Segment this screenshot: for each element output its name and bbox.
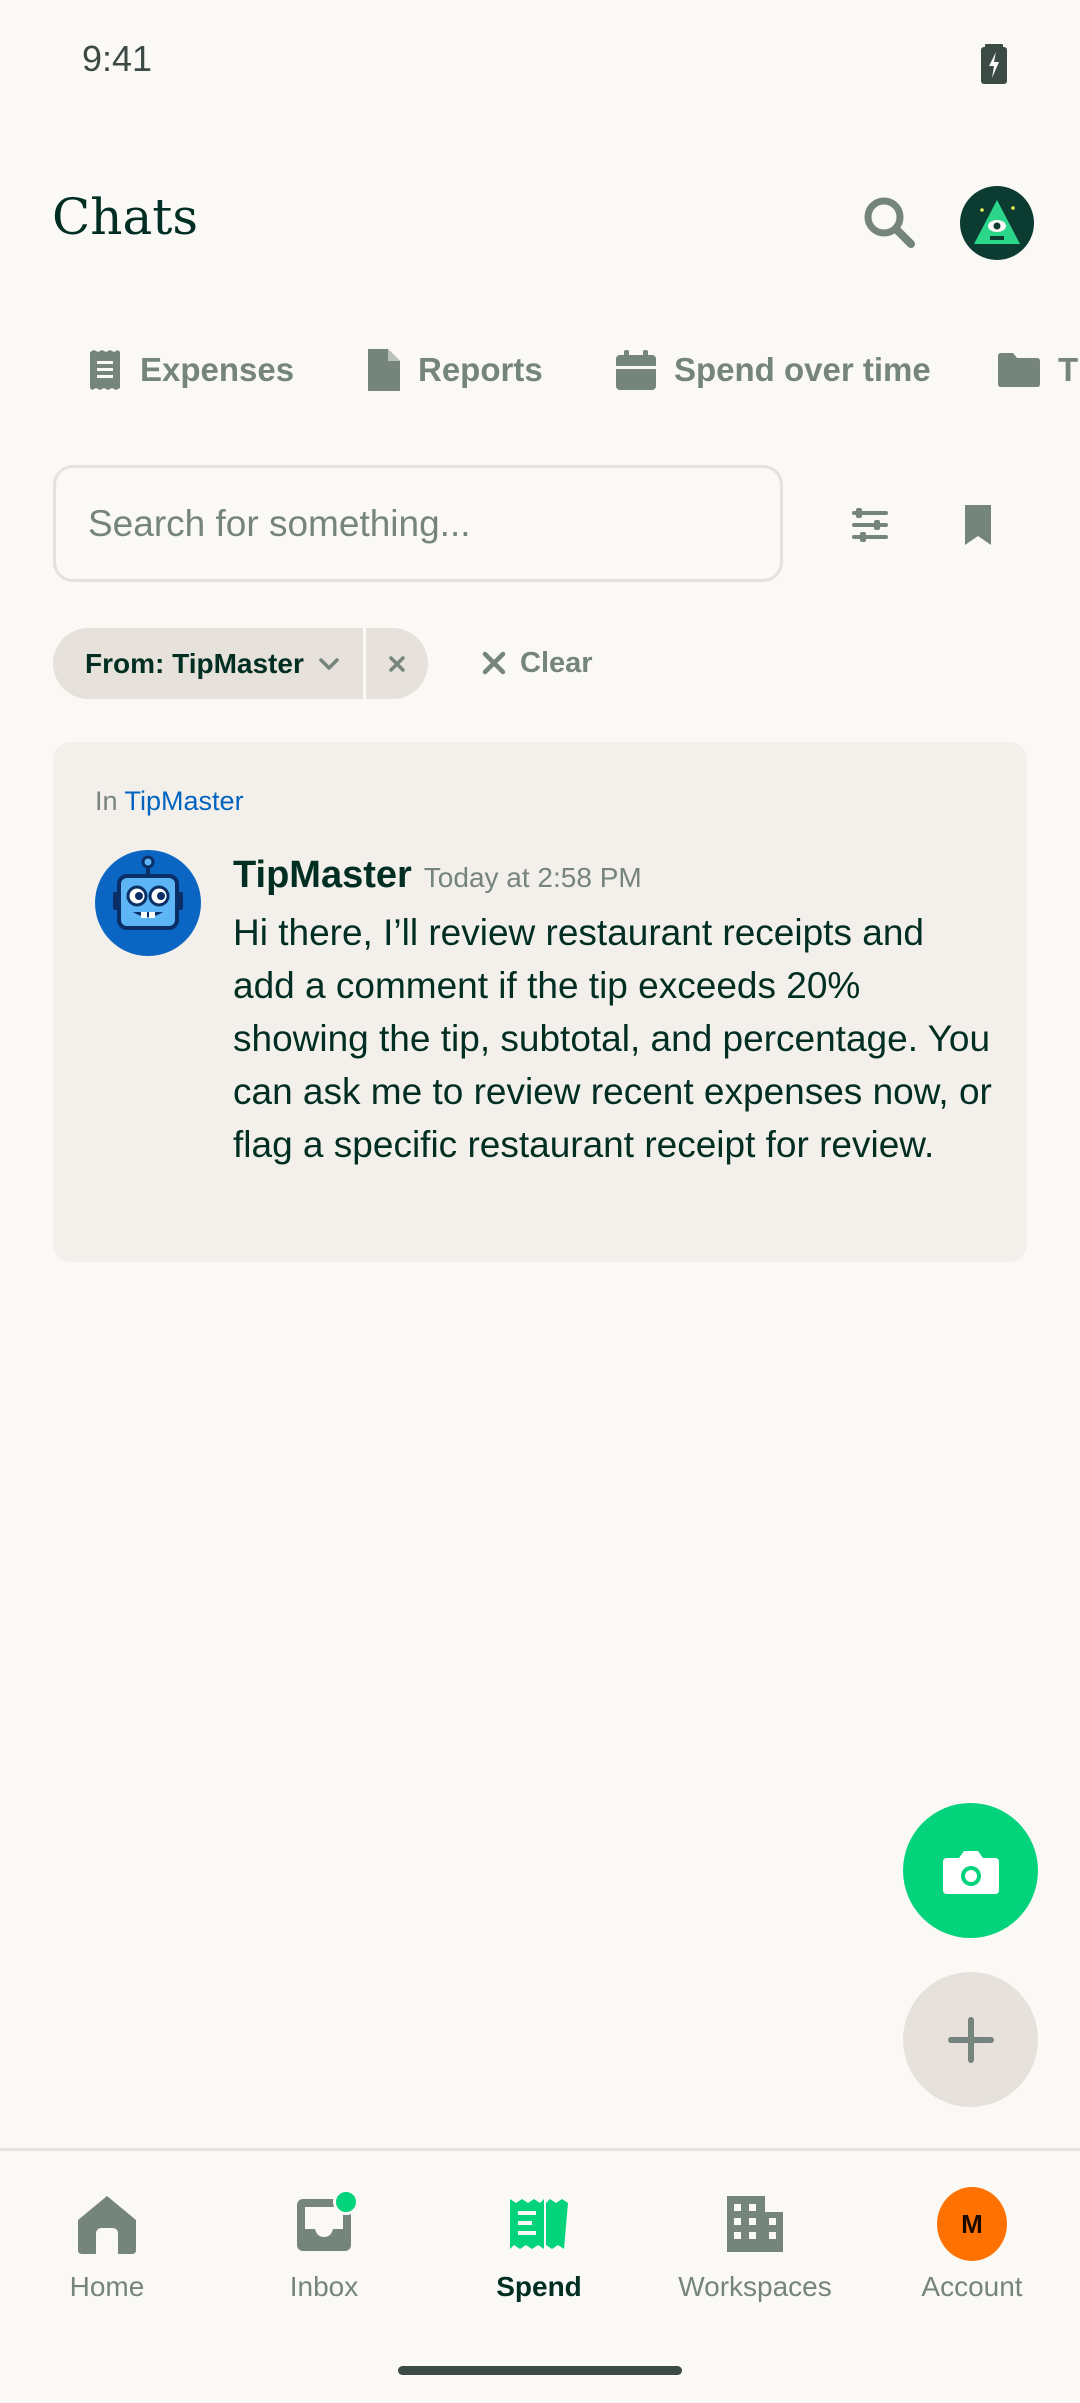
bottom-navigation: Home Inbox Spend Workspaces M Account [0, 2148, 1080, 2403]
chat-location: In TipMaster [95, 786, 244, 817]
document-icon [368, 349, 400, 391]
sliders-icon [852, 508, 888, 542]
nav-workspaces-label: Workspaces [678, 2271, 832, 2302]
nav-home-label: Home [69, 2271, 145, 2302]
nav-inbox-label: Inbox [289, 2271, 359, 2302]
tab-spend-over-time-label: Spend over time [674, 351, 931, 388]
search-input[interactable] [56, 468, 780, 579]
search-field[interactable] [53, 465, 783, 582]
spend-icon [510, 2199, 568, 2249]
create-button[interactable] [903, 1972, 1038, 2107]
from-filter-chip[interactable]: From: TipMaster [53, 628, 363, 699]
sender-avatar[interactable] [95, 850, 201, 956]
message-timestamp: Today at 2:58 PM [423, 862, 642, 893]
nav-inbox[interactable]: Inbox [224, 2189, 424, 2303]
status-time: 9:41 [82, 38, 153, 79]
tab-expenses[interactable]: Expenses [88, 340, 294, 400]
pyramid-eye-avatar-icon [974, 200, 1020, 244]
tab-spend-over-time[interactable]: Spend over time [616, 340, 931, 400]
in-prefix: In [95, 786, 118, 816]
clear-label: Clear [520, 646, 593, 679]
filter-button[interactable] [840, 495, 900, 555]
search-icon [864, 197, 915, 248]
sender-name[interactable]: TipMaster [233, 854, 412, 897]
nav-home[interactable]: Home [7, 2189, 207, 2303]
user-avatar[interactable] [960, 186, 1034, 260]
message-text: Hi there, I’ll review restaurant receipt… [233, 912, 992, 1165]
close-icon [482, 651, 506, 675]
chat-link[interactable]: TipMaster [125, 786, 244, 816]
nav-account-label: Account [921, 2271, 1023, 2302]
account-avatar: M [937, 2187, 1007, 2261]
unread-indicator [333, 2189, 359, 2215]
nav-workspaces[interactable]: Workspaces [655, 2189, 855, 2303]
nav-account[interactable]: M Account [872, 2187, 1072, 2303]
building-icon [727, 2196, 783, 2252]
robot-avatar-icon [113, 855, 183, 930]
nav-spend-label: Spend [496, 2271, 582, 2302]
tab-folder[interactable]: T [998, 340, 1078, 400]
scan-receipt-button[interactable] [903, 1803, 1038, 1938]
tab-folder-label: T [1058, 351, 1079, 388]
plus-icon [947, 2016, 994, 2063]
home-indicator[interactable] [398, 2366, 682, 2375]
folder-icon [998, 353, 1040, 387]
chevron-down-icon [319, 657, 339, 670]
remove-filter-button[interactable] [366, 628, 428, 699]
page-title: Chats [52, 188, 199, 246]
tab-reports[interactable]: Reports [366, 340, 543, 400]
home-icon [78, 2196, 136, 2254]
tab-expenses-label: Expenses [140, 351, 295, 388]
battery-charging-icon [981, 44, 1007, 84]
tab-reports-label: Reports [418, 351, 543, 388]
nav-spend[interactable]: Spend [439, 2189, 639, 2303]
message-header: TipMaster Today at 2:58 PM [233, 854, 642, 897]
clear-filters-button[interactable]: Clear [480, 638, 593, 688]
camera-icon [942, 1850, 999, 1894]
receipt-icon [90, 350, 120, 390]
search-button[interactable] [856, 190, 926, 260]
close-icon [389, 655, 405, 672]
saved-searches-button[interactable] [948, 495, 1008, 555]
calendar-icon [616, 350, 656, 390]
from-filter-label: From: TipMaster [85, 647, 304, 679]
search-result-card[interactable]: In TipMaster TipMaster Today at 2:58 PM … [53, 742, 1027, 1262]
bookmark-icon [965, 505, 991, 545]
